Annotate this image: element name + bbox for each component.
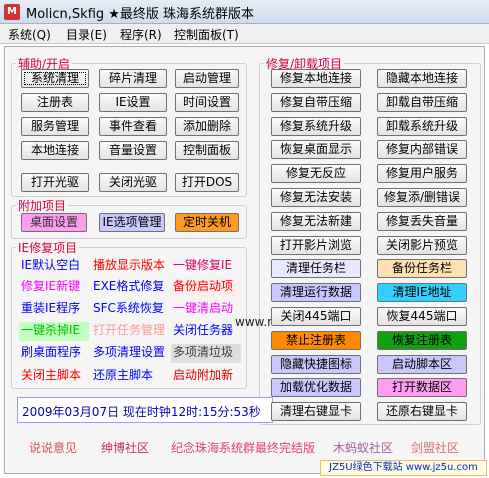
- ie-button-1[interactable]: 播放显示版本: [91, 257, 167, 276]
- menu-system[interactable]: 系统(Q): [8, 26, 51, 43]
- ie-button-3[interactable]: 修复IE新键: [19, 278, 89, 297]
- menu-bar: 系统(Q) 目录(E) 程序(R) 控制面板(T): [0, 24, 489, 44]
- aux-button-13[interactable]: 关闭光驱: [99, 173, 167, 192]
- ie-button-11[interactable]: 关闭任务器: [171, 322, 241, 341]
- repair-button-22[interactable]: 禁止注册表: [271, 330, 361, 350]
- repair-button-3[interactable]: 卸载自带压缩: [377, 92, 467, 112]
- watermark: JZ5U绿色下载站 www.jz5u.com: [320, 460, 487, 476]
- ie-button-8[interactable]: 一键清启动: [171, 300, 241, 319]
- window-title: Molicn,Skfig ★最终版 珠海系统群版本: [26, 7, 255, 22]
- aux-button-11[interactable]: 控制面板: [175, 141, 239, 160]
- repair-button-7[interactable]: 修复内部错误: [377, 140, 467, 160]
- ie-button-12[interactable]: 刷桌面程序: [19, 344, 89, 363]
- aux-button-3[interactable]: 注册表: [21, 93, 89, 112]
- app-icon: M: [4, 4, 20, 20]
- repair-button-12[interactable]: 修复无法新建: [271, 211, 361, 231]
- ie-button-4[interactable]: EXE格式修复: [91, 278, 167, 297]
- ie-button-9[interactable]: 一键杀掉IE: [19, 322, 89, 341]
- aux-button-14[interactable]: 打开DOS: [175, 173, 239, 192]
- aux-button-9[interactable]: 本地连接: [21, 141, 89, 160]
- repair-button-2[interactable]: 修复自带压缩: [271, 92, 361, 112]
- status-box: 2009年03月07日 现在时钟12时:15分:53秒: [17, 397, 273, 423]
- attach-button-1[interactable]: IE选项管理: [99, 213, 165, 232]
- repair-button-29[interactable]: 还原右键显卡: [377, 402, 467, 422]
- repair-button-5[interactable]: 卸载系统升级: [377, 116, 467, 136]
- repair-button-28[interactable]: 清理右键显卡: [271, 402, 361, 422]
- link-shenbo[interactable]: 绅博社区: [101, 439, 149, 456]
- repair-button-14[interactable]: 打开影片浏览: [271, 235, 361, 255]
- link-jianmeng[interactable]: 剑盟社区: [411, 439, 459, 456]
- aux-button-4[interactable]: IE设置: [99, 93, 167, 112]
- ie-button-6[interactable]: 重装IE程序: [19, 300, 89, 319]
- repair-button-23[interactable]: 恢复注册表: [377, 330, 467, 350]
- status-clock: 2009年03月07日 现在时钟12时:15分:53秒: [22, 405, 261, 419]
- ie-button-14[interactable]: 多项清垃圾: [171, 344, 241, 363]
- aux-button-2[interactable]: 启动管理: [175, 69, 239, 88]
- repair-button-13[interactable]: 修复丢失音量: [377, 211, 467, 231]
- aux-button-12[interactable]: 打开光驱: [21, 173, 89, 192]
- repair-button-18[interactable]: 清理运行数据: [271, 283, 361, 303]
- menu-control-panel[interactable]: 控制面板(T): [174, 26, 239, 43]
- ie-button-15[interactable]: 关闭主脚本: [19, 367, 89, 386]
- repair-button-27[interactable]: 打开数据区: [377, 378, 467, 398]
- repair-button-10[interactable]: 修复无法安装: [271, 188, 361, 207]
- repair-button-9[interactable]: 修复用户服务: [377, 164, 467, 184]
- ie-button-0[interactable]: IE默认空白: [19, 257, 89, 276]
- aux-button-8[interactable]: 添加删除: [175, 117, 239, 136]
- aux-button-10[interactable]: 音量设置: [99, 141, 167, 160]
- main-panel: 辅助/开启 附加项目 IE修复项目 修复/卸载项目 www.m 2009年03月…: [4, 46, 485, 474]
- attach-button-0[interactable]: 桌面设置: [21, 213, 87, 232]
- repair-button-6[interactable]: 恢复桌面显示: [271, 140, 361, 160]
- repair-button-20[interactable]: 关闭445端口: [271, 307, 361, 326]
- aux-button-7[interactable]: 事件查看: [99, 117, 167, 136]
- ie-button-17[interactable]: 启动附加新: [171, 367, 241, 386]
- menu-directory[interactable]: 目录(E): [66, 26, 107, 43]
- repair-button-19[interactable]: 清理IE地址: [377, 283, 467, 303]
- menu-program[interactable]: 程序(R): [120, 26, 162, 43]
- attach-button-2[interactable]: 定时关机: [175, 213, 239, 232]
- repair-button-1[interactable]: 隐藏本地连接: [377, 69, 467, 88]
- repair-button-17[interactable]: 备份任务栏: [377, 259, 467, 279]
- ie-button-16[interactable]: 还原主脚本: [91, 367, 167, 386]
- aux-button-0[interactable]: 系统清理: [21, 69, 89, 88]
- repair-button-15[interactable]: 关闭影片预览: [377, 235, 467, 255]
- ie-button-13[interactable]: 多项清理设置: [91, 344, 167, 363]
- title-bar: M Molicn,Skfig ★最终版 珠海系统群版本: [0, 0, 489, 24]
- aux-button-6[interactable]: 服务管理: [21, 117, 89, 136]
- link-feedback[interactable]: 说说意见: [29, 439, 77, 456]
- repair-button-11[interactable]: 修复添/删错误: [377, 188, 467, 207]
- ie-button-5[interactable]: 备份启动项: [171, 278, 241, 297]
- link-zhuhai[interactable]: 纪念珠海系统群最终完结版: [171, 439, 315, 456]
- ie-button-7[interactable]: SFC系统恢复: [91, 300, 167, 319]
- repair-button-24[interactable]: 隐藏快捷图标: [271, 354, 361, 374]
- ie-button-10[interactable]: 打开任务管理: [91, 322, 167, 341]
- aux-button-5[interactable]: 时间设置: [175, 93, 239, 112]
- repair-button-25[interactable]: 启动脚本区: [377, 354, 467, 374]
- repair-button-8[interactable]: 修复无反应: [271, 164, 361, 184]
- ie-button-2[interactable]: 一键修复IE: [171, 257, 241, 276]
- repair-button-16[interactable]: 清理任务栏: [271, 259, 361, 279]
- ie-group-label: IE修复项目: [18, 241, 78, 255]
- aux-button-1[interactable]: 碎片清理: [99, 69, 167, 88]
- repair-button-0[interactable]: 修复本地连接: [271, 69, 361, 88]
- link-mumayi[interactable]: 木蚂蚁社区: [333, 439, 393, 456]
- repair-button-4[interactable]: 修复系统升级: [271, 116, 361, 136]
- attach-group-label: 附加项目: [18, 199, 67, 213]
- repair-button-21[interactable]: 恢复445端口: [377, 307, 467, 326]
- repair-button-26[interactable]: 加载优化数据: [271, 378, 361, 398]
